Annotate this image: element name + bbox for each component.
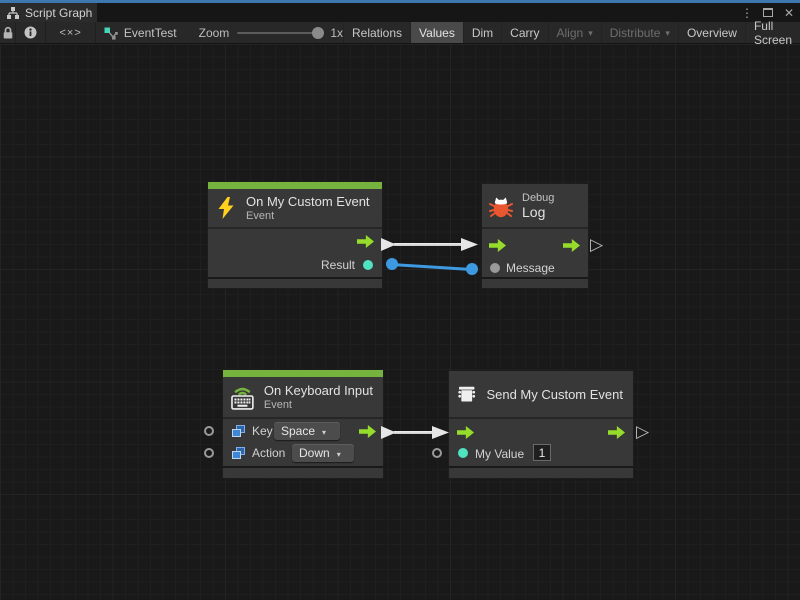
dim-button[interactable]: Dim: [463, 22, 501, 43]
value-wire-endpoint[interactable]: [466, 263, 478, 275]
control-input-port[interactable]: [457, 426, 474, 439]
node-title: Send My Custom Event: [486, 387, 623, 402]
graph-reference[interactable]: EventTest: [104, 22, 177, 43]
unconnected-value-indicator[interactable]: [204, 448, 214, 458]
chevron-down-icon: ▾: [588, 28, 593, 39]
relations-button[interactable]: Relations: [343, 22, 410, 43]
values-button[interactable]: Values: [410, 22, 463, 43]
key-dropdown[interactable]: Space ▾: [274, 422, 340, 440]
node-debug-log[interactable]: Debug Log Message: [482, 184, 588, 288]
graph-asset-icon: [104, 26, 118, 40]
result-output-port[interactable]: [363, 260, 373, 270]
control-output-port[interactable]: [608, 426, 625, 439]
carry-button[interactable]: Carry: [501, 22, 547, 43]
my-value-field[interactable]: 1: [533, 444, 551, 461]
window-menu-icon[interactable]: ⋮: [741, 6, 752, 20]
control-output-port[interactable]: [357, 235, 374, 248]
unconnected-value-indicator[interactable]: [204, 426, 214, 436]
key-port-label: Key: [252, 424, 273, 438]
code-view-icon: <×>: [60, 27, 82, 39]
chevron-down-icon: ▾: [322, 428, 326, 437]
full-screen-button[interactable]: Full Screen: [745, 22, 800, 43]
node-title: Log: [522, 204, 554, 220]
my-value-input-port[interactable]: [458, 448, 468, 458]
control-wire[interactable]: [393, 243, 465, 246]
chevron-down-icon: ▾: [665, 28, 670, 39]
node-title: On Keyboard Input: [264, 383, 373, 398]
message-input-port[interactable]: [490, 263, 500, 273]
control-wire-arrowhead[interactable]: [461, 238, 478, 251]
zoom-slider-handle[interactable]: [312, 27, 324, 39]
my-value-port-label: My Value: [475, 447, 524, 461]
unconnected-value-indicator[interactable]: [432, 448, 442, 458]
result-port-label: Result: [321, 258, 355, 272]
bug-icon: [488, 193, 514, 219]
custom-event-icon: [455, 381, 478, 407]
unconnected-flow-indicator[interactable]: ▷: [590, 238, 603, 252]
zoom-slider[interactable]: [237, 32, 322, 34]
control-wire[interactable]: [393, 431, 435, 434]
node-send-my-custom-event[interactable]: Send My Custom Event My Value 1: [449, 371, 633, 478]
node-on-my-custom-event[interactable]: On My Custom Event Event Result: [208, 182, 382, 288]
code-view-button[interactable]: <×>: [46, 22, 96, 43]
chevron-down-icon: ▾: [337, 450, 341, 459]
close-icon[interactable]: ✕: [784, 6, 794, 20]
node-title: On My Custom Event: [246, 194, 370, 209]
align-button[interactable]: Align▾: [548, 22, 601, 43]
tab-strip: Script Graph ⋮ ✕: [0, 3, 800, 22]
lightning-icon: [214, 196, 238, 220]
value-wire-endpoint[interactable]: [386, 258, 398, 270]
control-output-port[interactable]: [563, 239, 580, 252]
field-icon: [232, 447, 245, 460]
distribute-button[interactable]: Distribute▾: [601, 22, 678, 43]
tab-script-graph[interactable]: Script Graph: [0, 3, 97, 22]
action-port-label: Action: [252, 446, 285, 460]
control-output-port[interactable]: [359, 425, 376, 438]
overview-button[interactable]: Overview: [678, 22, 745, 43]
message-port-label: Message: [506, 261, 555, 275]
control-input-port[interactable]: [489, 239, 506, 252]
info-icon: [24, 26, 37, 39]
control-wire-arrowhead[interactable]: [432, 426, 449, 439]
zoom-control: Zoom 1x: [199, 22, 343, 43]
node-subtitle: Event: [246, 210, 370, 222]
toolbar-buttons: Relations Values Dim Carry Align▾ Distri…: [343, 22, 800, 43]
graph-tab-icon: [6, 6, 20, 20]
action-dropdown[interactable]: Down ▾: [292, 444, 354, 462]
lock-button[interactable]: [0, 22, 16, 43]
script-graph-window: Script Graph ⋮ ✕ <×>: [0, 0, 800, 600]
zoom-label: Zoom: [199, 26, 230, 40]
tab-title: Script Graph: [25, 6, 92, 20]
node-on-keyboard-input[interactable]: On Keyboard Input Event Key Space ▾: [223, 370, 383, 478]
node-subtitle: Event: [264, 399, 373, 411]
field-icon: [232, 425, 245, 438]
keyboard-icon: [229, 384, 256, 411]
graph-canvas[interactable]: On My Custom Event Event Result: [0, 44, 800, 600]
event-node-strip: [223, 370, 383, 377]
event-node-strip: [208, 182, 382, 189]
zoom-value: 1x: [330, 26, 343, 40]
unconnected-flow-indicator[interactable]: ▷: [636, 425, 649, 439]
graph-name: EventTest: [124, 26, 177, 40]
graph-toolbar: <×> EventTest Zoom 1x Relations Values D…: [0, 22, 800, 44]
inspect-button[interactable]: [16, 22, 46, 43]
value-wire[interactable]: [392, 263, 473, 271]
node-kicker: Debug: [522, 192, 554, 204]
maximize-icon[interactable]: [763, 8, 773, 17]
lock-icon: [2, 26, 14, 40]
